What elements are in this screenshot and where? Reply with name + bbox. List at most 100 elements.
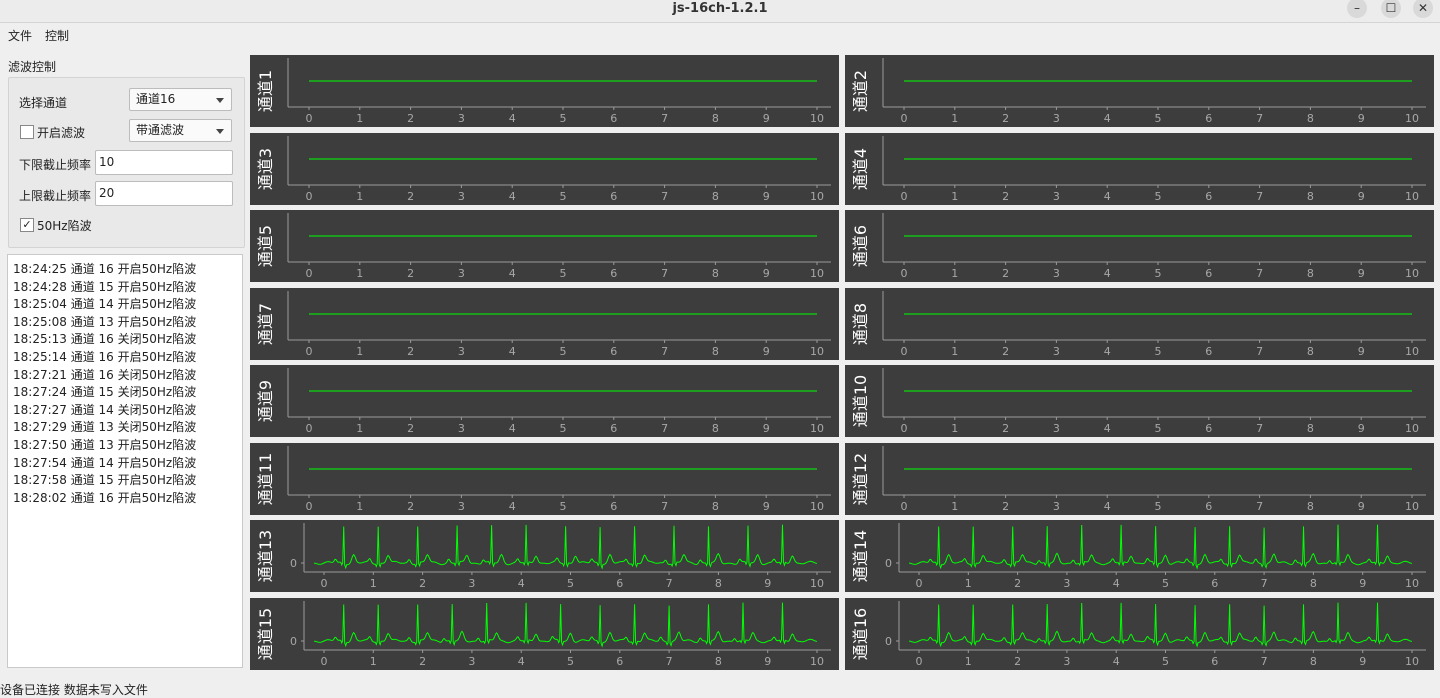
x-tick-label: 9 — [763, 422, 770, 435]
x-tick-label: 3 — [468, 577, 475, 590]
y-tick-label: 0 — [290, 635, 297, 648]
x-tick-label: 5 — [567, 655, 574, 668]
x-tick-label: 9 — [763, 345, 770, 358]
plot-canvas: 0 1 2 3 4 5 6 7 8 9 10 0 — [290, 600, 831, 668]
x-tick-label: 3 — [458, 190, 465, 203]
x-tick-label: 0 — [901, 112, 908, 125]
x-tick-label: 5 — [1155, 422, 1162, 435]
x-tick-label: 9 — [763, 500, 770, 513]
plot-canvas: 0 1 2 3 4 5 6 7 8 9 10 — [287, 213, 831, 280]
log-panel[interactable]: 18:24:25 通道 16 开启50Hz陷波 18:24:28 通道 15 开启… — [7, 254, 243, 668]
filter-group-title: 滤波控制 — [8, 60, 57, 74]
log-entry: 18:24:28 通道 15 开启50Hz陷波 — [13, 279, 197, 294]
x-tick-label: 6 — [616, 655, 623, 668]
chevron-down-icon — [216, 98, 224, 103]
x-tick-label: 10 — [1405, 345, 1419, 358]
status-bar: 设备已连接 数据未写入文件 — [0, 683, 148, 697]
enable-filter-checkbox[interactable] — [20, 125, 34, 139]
x-tick-label: 8 — [715, 655, 722, 668]
x-tick-label: 4 — [509, 345, 516, 358]
x-tick-label: 8 — [712, 267, 719, 280]
channel-select[interactable]: 通道16 — [129, 88, 232, 111]
x-tick-label: 6 — [610, 422, 617, 435]
filter-type-select[interactable]: 带通滤波 — [129, 119, 232, 142]
x-tick-label: 9 — [764, 655, 771, 668]
signal-trace — [314, 602, 818, 648]
x-tick-label: 6 — [610, 267, 617, 280]
x-tick-label: 5 — [560, 500, 567, 513]
high-cutoff-input[interactable]: 20 — [95, 181, 233, 206]
x-tick-label: 9 — [1359, 577, 1366, 590]
x-tick-label: 3 — [1063, 655, 1070, 668]
x-tick-label: 10 — [810, 422, 824, 435]
x-tick-label: 0 — [321, 577, 328, 590]
x-tick-label: 9 — [1358, 500, 1365, 513]
filter-control-group: 选择通道 通道16 开启滤波 带通滤波 下限截止频率 10 上限截止频率 20 … — [8, 77, 245, 248]
notch-checkbox[interactable]: ✓ — [20, 218, 34, 232]
x-tick-label: 4 — [509, 500, 516, 513]
plot-canvas: 0 1 2 3 4 5 6 7 8 9 10 — [287, 290, 831, 358]
x-tick-label: 1 — [951, 345, 958, 358]
log-entry: 18:27:29 通道 13 关闭50Hz陷波 — [13, 420, 197, 435]
plot-canvas: 0 1 2 3 4 5 6 7 8 9 10 — [287, 368, 831, 435]
x-tick-label: 1 — [356, 500, 363, 513]
x-tick-label: 6 — [610, 345, 617, 358]
menu-file[interactable]: 文件 — [8, 27, 32, 44]
x-tick-label: 2 — [1014, 577, 1021, 590]
x-tick-label: 1 — [356, 422, 363, 435]
x-tick-label: 4 — [1113, 577, 1120, 590]
x-tick-label: 1 — [951, 190, 958, 203]
x-tick-label: 10 — [810, 190, 824, 203]
x-tick-label: 2 — [1002, 267, 1009, 280]
x-tick-label: 2 — [1002, 190, 1009, 203]
x-tick-label: 10 — [1405, 655, 1419, 668]
x-tick-label: 9 — [1358, 112, 1365, 125]
channel-plot: 通道16 0 1 2 3 4 5 6 7 8 9 10 0 — [845, 597, 1434, 670]
x-tick-label: 7 — [1256, 190, 1263, 203]
x-tick-label: 10 — [1405, 190, 1419, 203]
x-tick-label: 6 — [1205, 422, 1212, 435]
x-tick-label: 0 — [306, 500, 313, 513]
x-tick-label: 6 — [610, 112, 617, 125]
log-entry: 18:25:08 通道 13 开启50Hz陷波 — [13, 314, 197, 329]
x-tick-label: 3 — [1053, 267, 1060, 280]
x-tick-label: 0 — [306, 112, 313, 125]
title-bar: js-16ch-1.2.1 – ☐ ✕ — [0, 0, 1440, 23]
channel-plot: 通道5 0 1 2 3 4 5 6 7 8 9 10 — [250, 210, 839, 282]
x-tick-label: 4 — [1104, 345, 1111, 358]
x-tick-label: 8 — [1307, 190, 1314, 203]
log-entry: 18:27:27 通道 14 关闭50Hz陷波 — [13, 402, 197, 417]
plot-canvas: 0 1 2 3 4 5 6 7 8 9 10 — [882, 290, 1426, 358]
x-tick-label: 7 — [666, 577, 673, 590]
menu-bar: 文件 控制 — [0, 24, 1440, 46]
plot-canvas: 0 1 2 3 4 5 6 7 8 9 10 — [287, 135, 831, 203]
x-tick-label: 3 — [458, 500, 465, 513]
plot-canvas: 0 1 2 3 4 5 6 7 8 9 10 — [882, 368, 1426, 435]
x-tick-label: 6 — [1205, 345, 1212, 358]
low-cutoff-input[interactable]: 10 — [95, 150, 233, 175]
x-tick-label: 8 — [712, 112, 719, 125]
menu-control[interactable]: 控制 — [45, 27, 69, 44]
x-tick-label: 7 — [1256, 267, 1263, 280]
log-entry: 18:27:54 通道 14 开启50Hz陷波 — [13, 455, 197, 470]
x-tick-label: 4 — [509, 112, 516, 125]
signal-trace — [314, 524, 818, 570]
plot-canvas: 0 1 2 3 4 5 6 7 8 9 10 — [882, 58, 1426, 125]
log-entry: 18:27:24 通道 15 关闭50Hz陷波 — [13, 385, 197, 400]
x-tick-label: 4 — [1104, 500, 1111, 513]
x-tick-label: 8 — [1307, 267, 1314, 280]
x-tick-label: 3 — [1053, 345, 1060, 358]
x-tick-label: 7 — [1256, 500, 1263, 513]
x-tick-label: 7 — [661, 112, 668, 125]
channel-select-value: 通道16 — [136, 92, 176, 106]
x-tick-label: 4 — [518, 655, 525, 668]
x-tick-label: 1 — [370, 577, 377, 590]
x-tick-label: 5 — [1155, 112, 1162, 125]
x-tick-label: 5 — [560, 190, 567, 203]
log-entry: 18:27:21 通道 16 关闭50Hz陷波 — [13, 367, 197, 382]
x-tick-label: 8 — [715, 577, 722, 590]
x-tick-label: 3 — [1053, 112, 1060, 125]
x-tick-label: 8 — [712, 190, 719, 203]
x-tick-label: 7 — [1256, 345, 1263, 358]
high-cutoff-label: 上限截止频率 — [19, 189, 92, 203]
